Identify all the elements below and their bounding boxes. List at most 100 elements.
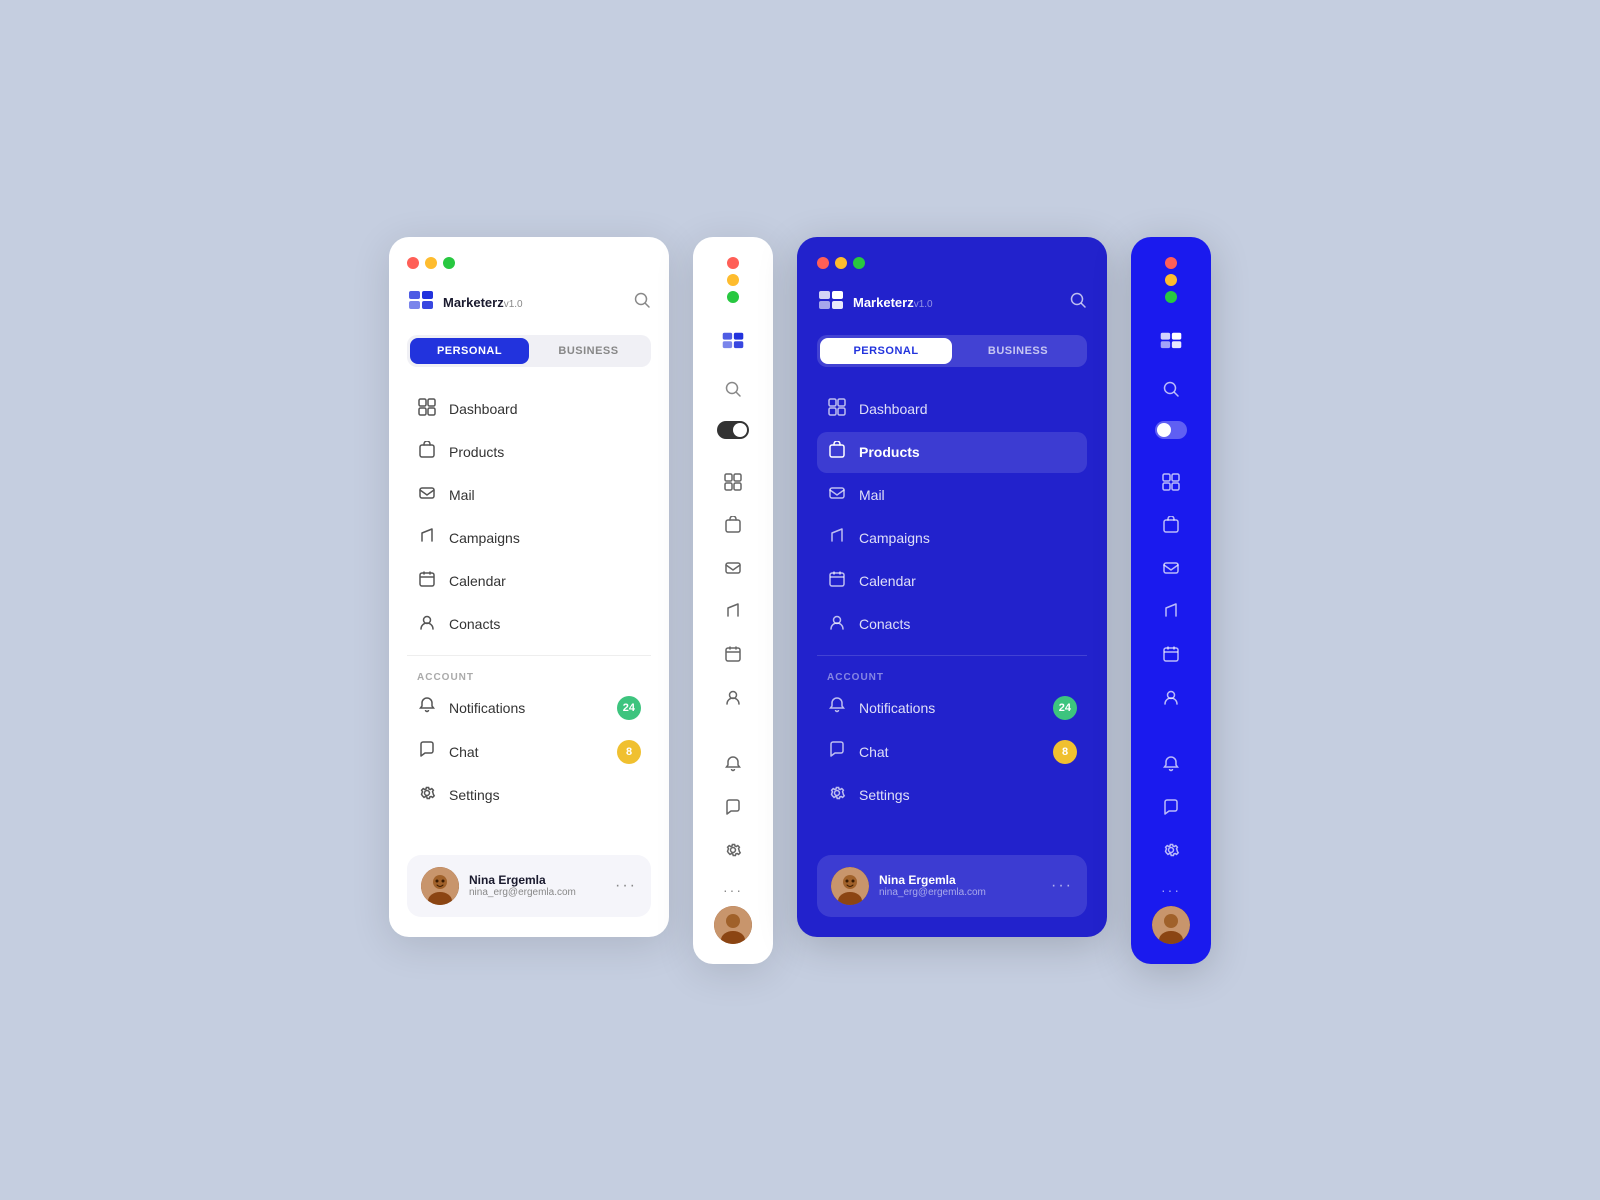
- campaigns-icon: [417, 527, 437, 550]
- dot-minimize-2[interactable]: [727, 274, 739, 286]
- divider-1: [407, 655, 651, 656]
- collapsed-mail-icon-dark[interactable]: [1143, 549, 1199, 592]
- nav-item-products[interactable]: Products: [407, 432, 651, 473]
- user-footer-1[interactable]: Nina Ergemla nina_erg@ergemla.com ···: [407, 855, 651, 917]
- search-button[interactable]: [633, 291, 651, 314]
- window-controls-2: [727, 257, 739, 303]
- collapsed-more-button[interactable]: ···: [723, 882, 743, 898]
- dot-close-2[interactable]: [727, 257, 739, 269]
- avatar-1: [421, 867, 459, 905]
- dot-maximize-3[interactable]: [853, 257, 865, 269]
- collapsed-chat-icon[interactable]: [705, 788, 761, 831]
- collapsed-chat-icon-dark[interactable]: [1143, 788, 1199, 831]
- notifications-icon-dark: [827, 696, 847, 719]
- collapsed-contacts-icon[interactable]: [705, 678, 761, 721]
- sidebar-collapsed-dark: ···: [1131, 237, 1211, 964]
- nav-item-contacts-dark[interactable]: Conacts: [817, 604, 1087, 645]
- nav-item-campaigns-dark[interactable]: Campaigns: [817, 518, 1087, 559]
- dot-close-3[interactable]: [817, 257, 829, 269]
- collapsed-campaigns-icon[interactable]: [705, 592, 761, 635]
- nav-main-3: Dashboard Products Mail Ca: [817, 389, 1087, 839]
- account-section-label: ACCOUNT: [407, 666, 651, 687]
- nav-label-notifications-dark: Notifications: [859, 700, 935, 716]
- nav-label-products: Products: [449, 444, 504, 460]
- collapsed-notifications-icon-dark[interactable]: [1143, 745, 1199, 788]
- dot-minimize-3[interactable]: [835, 257, 847, 269]
- chat-badge: 8: [617, 740, 641, 764]
- chat-badge-dark: 8: [1053, 740, 1077, 764]
- nav-item-dashboard[interactable]: Dashboard: [407, 389, 651, 430]
- collapsed-settings-icon[interactable]: [705, 831, 761, 874]
- dashboard-icon: [417, 398, 437, 421]
- nav-item-settings-dark[interactable]: Settings: [817, 775, 1087, 816]
- collapsed-toggle[interactable]: [717, 421, 749, 439]
- user-info-dark: Nina Ergemla nina_erg@ergemla.com: [879, 873, 1041, 898]
- nav-item-mail-dark[interactable]: Mail: [817, 475, 1087, 516]
- chat-icon-dark: [827, 740, 847, 763]
- nav-label-chat: Chat: [449, 744, 479, 760]
- nav-label-products-dark: Products: [859, 444, 920, 460]
- dot-maximize-4[interactable]: [1165, 291, 1177, 303]
- nav-label-campaigns: Campaigns: [449, 530, 520, 546]
- search-button-dark[interactable]: [1069, 291, 1087, 314]
- nav-label-contacts-dark: Conacts: [859, 616, 910, 632]
- nav-main-1: Dashboard Products Mail Ca: [407, 389, 651, 839]
- nav-item-calendar[interactable]: Calendar: [407, 561, 651, 602]
- collapsed-dashboard-icon-dark[interactable]: [1143, 463, 1199, 506]
- mail-icon-dark: [827, 484, 847, 507]
- collapsed-contacts-icon-dark[interactable]: [1143, 678, 1199, 721]
- nav-item-chat[interactable]: Chat 8: [407, 731, 651, 773]
- collapsed-mail-icon[interactable]: [705, 549, 761, 592]
- nav-item-notifications[interactable]: Notifications 24: [407, 687, 651, 729]
- user-info-1: Nina Ergemla nina_erg@ergemla.com: [469, 873, 605, 898]
- nav-item-calendar-dark[interactable]: Calendar: [817, 561, 1087, 602]
- nav-label-calendar: Calendar: [449, 573, 506, 589]
- sidebar-full-dark: Marketerzv1.0 PERSONAL BUSINESS Dashboar…: [797, 237, 1107, 937]
- nav-label-campaigns-dark: Campaigns: [859, 530, 930, 546]
- sidebar-collapsed-light: ···: [693, 237, 773, 964]
- contacts-icon-dark: [827, 613, 847, 636]
- dot-minimize[interactable]: [425, 257, 437, 269]
- more-menu-button-1[interactable]: ···: [615, 877, 637, 895]
- calendar-icon-dark: [827, 570, 847, 593]
- nav-item-dashboard-dark[interactable]: Dashboard: [817, 389, 1087, 430]
- user-footer-dark[interactable]: Nina Ergemla nina_erg@ergemla.com ···: [817, 855, 1087, 917]
- window-controls-4: [1165, 257, 1177, 303]
- dot-maximize[interactable]: [443, 257, 455, 269]
- collapsed-dashboard-icon[interactable]: [705, 463, 761, 506]
- collapsed-more-button-dark[interactable]: ···: [1161, 882, 1181, 898]
- collapsed-search-icon[interactable]: [705, 370, 761, 413]
- nav-item-contacts[interactable]: Conacts: [407, 604, 651, 645]
- collapsed-products-icon[interactable]: [705, 506, 761, 549]
- logo-icon: [407, 289, 435, 317]
- nav-item-settings[interactable]: Settings: [407, 775, 651, 816]
- collapsed-notifications-icon[interactable]: [705, 745, 761, 788]
- collapsed-campaigns-icon-dark[interactable]: [1143, 592, 1199, 635]
- tab-personal[interactable]: PERSONAL: [410, 338, 529, 364]
- tab-business[interactable]: BUSINESS: [529, 338, 648, 364]
- collapsed-toggle-dark[interactable]: [1155, 421, 1187, 439]
- nav-item-campaigns[interactable]: Campaigns: [407, 518, 651, 559]
- collapsed-calendar-icon-dark[interactable]: [1143, 635, 1199, 678]
- nav-item-notifications-dark[interactable]: Notifications 24: [817, 687, 1087, 729]
- avatar-dark: [831, 867, 869, 905]
- more-menu-button-dark[interactable]: ···: [1051, 877, 1073, 895]
- window-controls-1: [407, 257, 651, 269]
- dot-minimize-4[interactable]: [1165, 274, 1177, 286]
- divider-3: [817, 655, 1087, 656]
- collapsed-calendar-icon[interactable]: [705, 635, 761, 678]
- dot-close-4[interactable]: [1165, 257, 1177, 269]
- tab-personal-dark[interactable]: PERSONAL: [820, 338, 952, 364]
- dot-maximize-2[interactable]: [727, 291, 739, 303]
- collapsed-avatar[interactable]: [714, 906, 752, 944]
- nav-item-products-dark[interactable]: Products: [817, 432, 1087, 473]
- collapsed-avatar-dark[interactable]: [1152, 906, 1190, 944]
- collapsed-search-icon-dark[interactable]: [1143, 370, 1199, 413]
- collapsed-products-icon-dark[interactable]: [1143, 506, 1199, 549]
- tab-business-dark[interactable]: BUSINESS: [952, 338, 1084, 364]
- nav-label-mail-dark: Mail: [859, 487, 885, 503]
- nav-item-mail[interactable]: Mail: [407, 475, 651, 516]
- collapsed-settings-icon-dark[interactable]: [1143, 831, 1199, 874]
- nav-item-chat-dark[interactable]: Chat 8: [817, 731, 1087, 773]
- dot-close[interactable]: [407, 257, 419, 269]
